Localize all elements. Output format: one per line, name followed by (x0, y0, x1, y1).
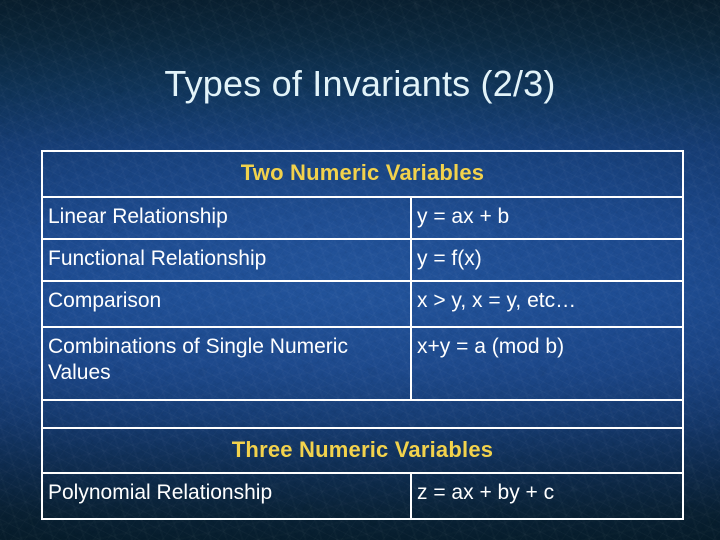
table-row: Linear Relationship y = ax + b (43, 196, 682, 238)
table-section-header-three-numeric-variables: Three Numeric Variables (43, 427, 682, 472)
section-header-label: Three Numeric Variables (231, 437, 494, 462)
invariant-type-label: Functional Relationship (43, 240, 412, 280)
invariant-type-label: Combinations of Single Numeric Values (43, 328, 412, 399)
invariant-type-label: Polynomial Relationship (43, 474, 412, 518)
table-row: Combinations of Single Numeric Values x+… (43, 326, 682, 399)
invariants-table: Two Numeric Variables Linear Relationshi… (41, 150, 684, 520)
table-row: Comparison x > y, x = y, etc… (43, 280, 682, 326)
invariant-type-label: Linear Relationship (43, 198, 412, 238)
table-section-header-two-numeric-variables: Two Numeric Variables (43, 152, 682, 196)
invariant-expression-value: z = ax + by + c (417, 481, 555, 504)
section-header-label: Two Numeric Variables (240, 160, 485, 185)
invariant-expression-value: y = ax + b (417, 205, 510, 228)
table-spacer-row (43, 399, 682, 427)
table-row: Functional Relationship y = f(x) (43, 238, 682, 280)
table-row: Polynomial Relationship z = ax + by + c (43, 472, 682, 518)
invariant-expression-value: x > y, x = y, etc… (417, 289, 577, 312)
invariant-expression-value: y = f(x) (417, 247, 482, 270)
invariant-expression-value: x+y = a (mod b) (417, 335, 565, 358)
slide-title: Types of Invariants (2/3) (164, 63, 556, 104)
slide: Types of Invariants (2/3) Two Numeric Va… (0, 0, 720, 540)
invariant-type-label: Comparison (43, 282, 412, 326)
